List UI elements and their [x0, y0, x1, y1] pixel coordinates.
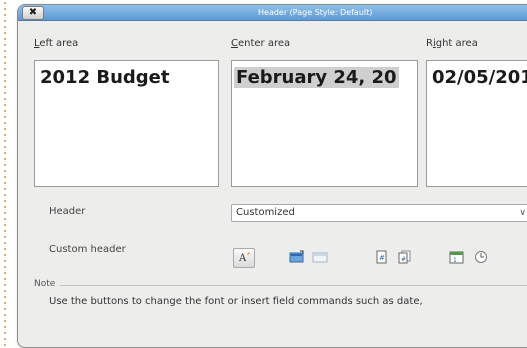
note-text: Use the buttons to change the font or in…	[49, 296, 423, 307]
pages-icon: #	[398, 250, 411, 264]
header-select[interactable]: Customized ∨	[231, 204, 527, 222]
left-area-value: 2012 Budget	[40, 67, 170, 88]
header-label: Header	[49, 206, 86, 217]
time-icon	[475, 251, 487, 263]
close-button[interactable]: ✖	[22, 6, 44, 20]
header-select-value: Customized	[236, 207, 295, 218]
left-area-field[interactable]: 2012 Budget	[34, 60, 219, 187]
text-attributes-button[interactable]: A	[233, 248, 255, 268]
right-area-label: Right area	[426, 38, 478, 49]
dialog-title: Header (Page Style: Default)	[258, 8, 373, 17]
file-name-icon	[312, 252, 328, 263]
svg-text:#: #	[379, 254, 385, 262]
page-button[interactable]: #	[370, 248, 392, 268]
right-area-value: 02/05/201	[432, 67, 527, 88]
note-label: Note	[34, 279, 56, 289]
title-bar[interactable]: ✖ Header (Page Style: Default)	[18, 5, 527, 21]
svg-text:A: A	[238, 253, 247, 264]
left-area-label: Left area	[34, 38, 79, 49]
svg-text:#: #	[401, 256, 406, 263]
chevron-down-icon: ∨	[519, 208, 526, 218]
date-button[interactable]: 1	[446, 248, 468, 268]
date-icon: 1	[449, 251, 464, 264]
dotted-margin	[4, 0, 6, 348]
pages-button[interactable]: #	[393, 248, 415, 268]
note-divider	[60, 285, 527, 286]
center-area-label: Center area	[231, 38, 291, 49]
svg-text:1: 1	[453, 257, 457, 264]
custom-header-label: Custom header	[49, 244, 126, 255]
header-dialog: ✖ Header (Page Style: Default) Left area…	[17, 4, 527, 348]
title-icon	[289, 250, 304, 263]
time-button[interactable]	[470, 248, 492, 268]
center-area-value: February 24, 20	[234, 67, 399, 88]
title-button[interactable]	[286, 248, 308, 268]
file-name-button[interactable]	[309, 248, 331, 268]
text-attributes-icon: A	[238, 252, 250, 264]
right-area-field[interactable]: 02/05/201	[426, 60, 527, 187]
page-icon: #	[376, 250, 387, 264]
center-area-field[interactable]: February 24, 20	[231, 60, 418, 187]
